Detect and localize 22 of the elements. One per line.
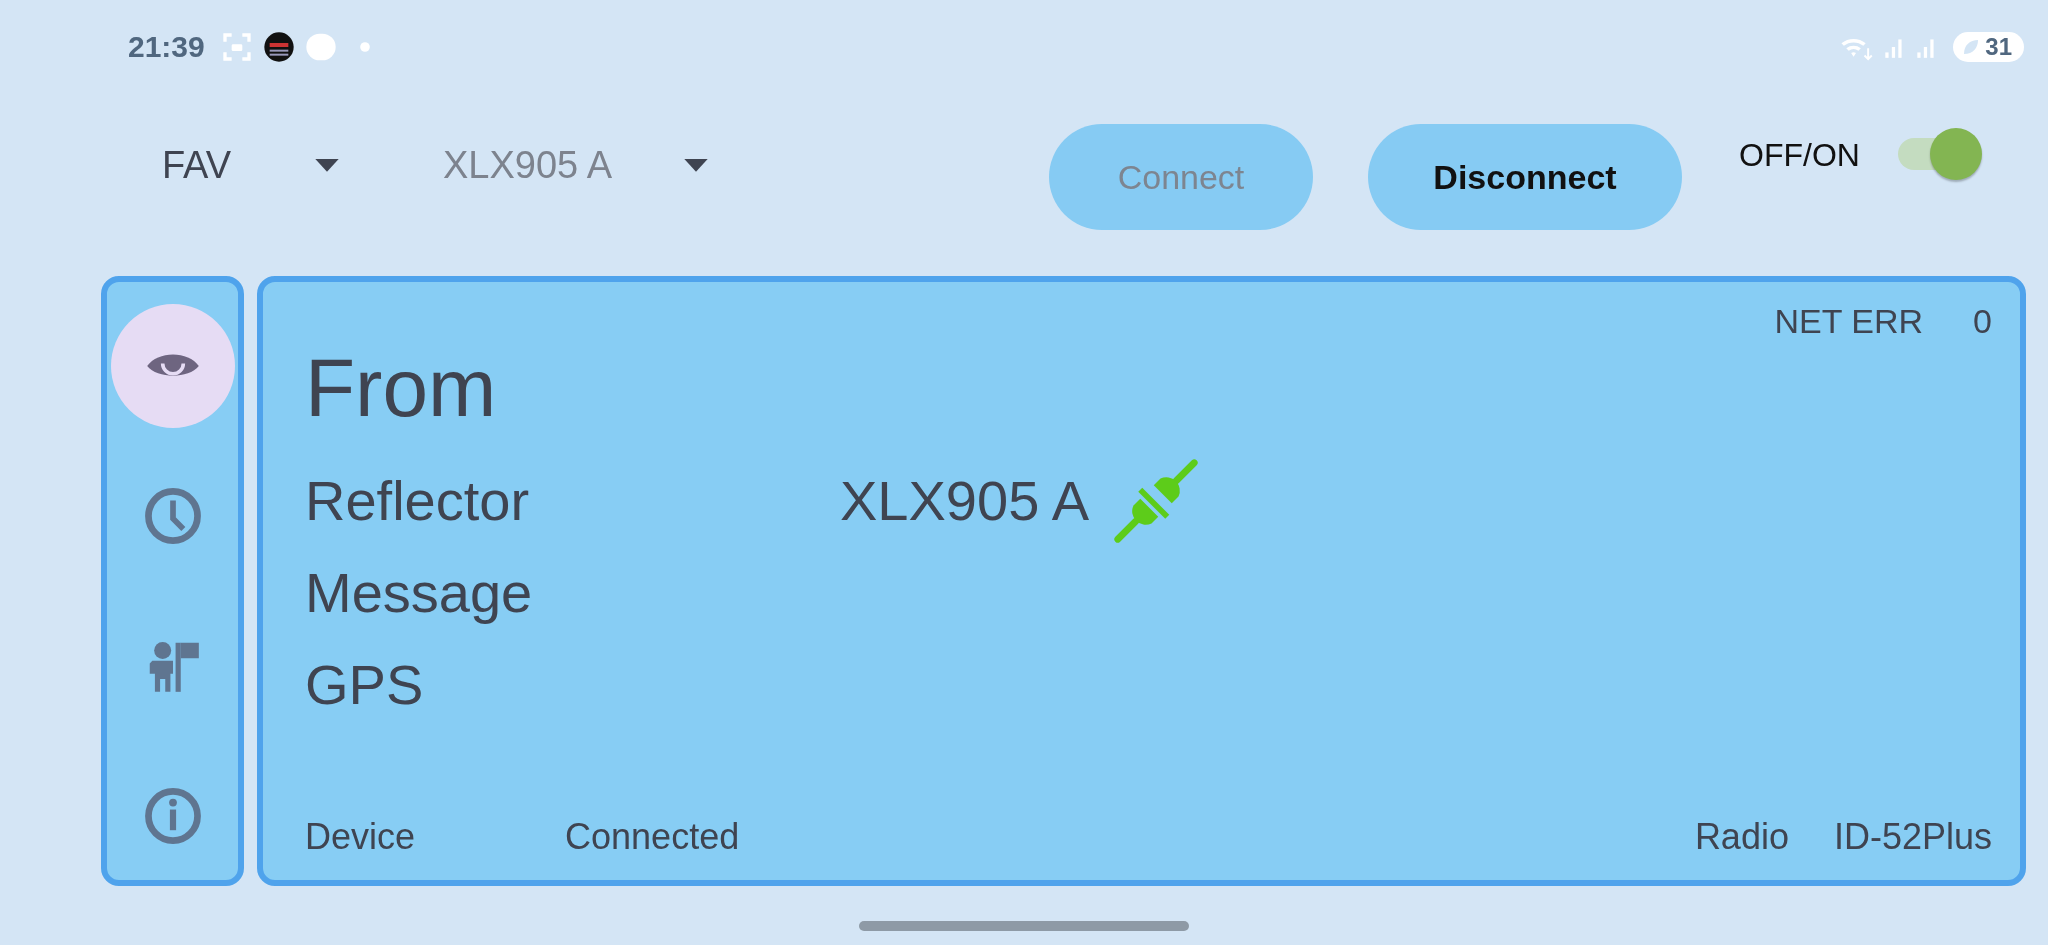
net-error-count: 0 [1973, 302, 1992, 341]
clock-time: 21:39 [128, 30, 205, 64]
radio-label: Radio [1694, 816, 1789, 858]
screenshot-icon [220, 31, 253, 63]
field-label: Reflector [305, 468, 531, 535]
field-label: Message [305, 560, 534, 627]
disconnect-button[interactable]: Disconnect [1368, 124, 1682, 230]
radio-model: ID-52Plus [1833, 816, 1992, 858]
app-icon [262, 31, 295, 63]
caret-icon [315, 158, 339, 173]
home-indicator[interactable] [859, 920, 1189, 931]
field-value: XLX905 A [840, 468, 1090, 535]
net-error-label: NET ERR [1774, 302, 1924, 341]
dropdown[interactable]: FAV [162, 144, 339, 187]
battery-level: 31 [1985, 33, 2012, 61]
caret-icon [684, 158, 709, 173]
dot-icon [358, 41, 371, 53]
switch-label: OFF/ON [1739, 136, 1860, 174]
field-label: GPS [305, 652, 425, 719]
section-title: From [305, 343, 498, 434]
device-label: Device [305, 816, 416, 858]
device-status: Connected [565, 816, 740, 858]
